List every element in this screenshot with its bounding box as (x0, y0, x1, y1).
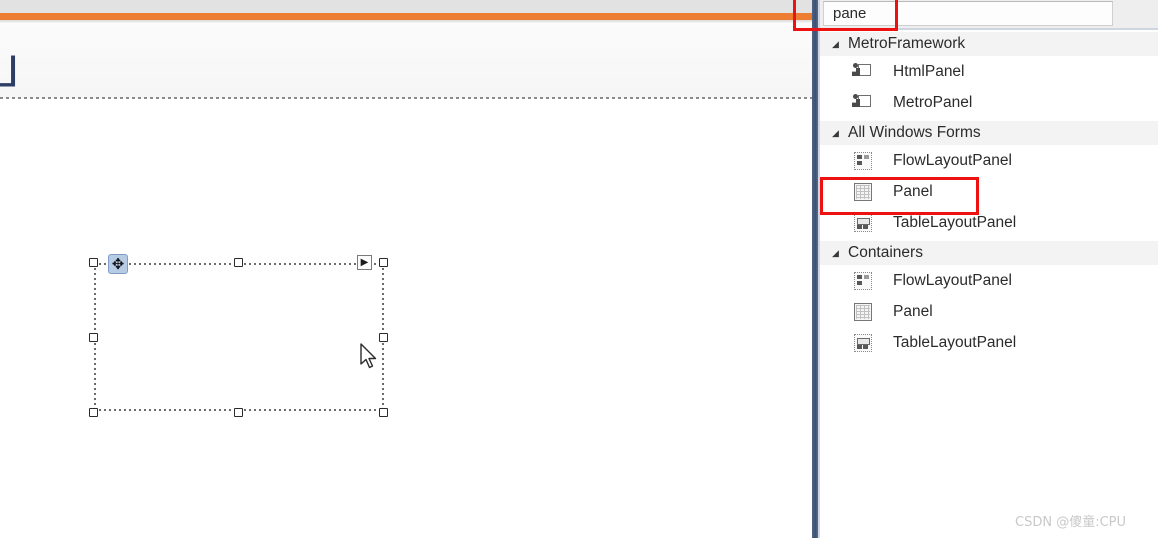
flowlayoutpanel-icon (852, 151, 874, 171)
resize-handle-ne[interactable] (379, 258, 388, 267)
toolbox-item-tablelayoutpanel[interactable]: TableLayoutPanel (820, 330, 1158, 356)
tablelayoutpanel-icon (852, 333, 874, 353)
toolbox-item-label: FlowLayoutPanel (893, 272, 1012, 289)
flowlayoutpanel-icon (852, 271, 874, 291)
smart-tag-icon[interactable]: ▶ (357, 255, 372, 270)
toolbox-item-label: HtmlPanel (893, 63, 965, 80)
tablelayoutpanel-icon (852, 213, 874, 233)
toolbox-group-label: Containers (848, 244, 923, 261)
toolbox-group-label: MetroFramework (848, 35, 966, 52)
winforms-designer-surface[interactable]: ∐ ✥ ▶ (0, 0, 812, 538)
form-corner-glyph: ∐ (0, 49, 18, 89)
toolbox-search-input[interactable] (823, 1, 1113, 26)
toolbox-group-header[interactable]: ◢ MetroFramework (820, 32, 1158, 56)
resize-handle-w[interactable] (89, 333, 98, 342)
resize-handle-nw[interactable] (89, 258, 98, 267)
watermark-text: CSDN @傻童:CPU (1015, 515, 1127, 530)
resize-handle-se[interactable] (379, 408, 388, 417)
toolbox-item-flowlayoutpanel[interactable]: FlowLayoutPanel (820, 268, 1158, 294)
panel-control-body[interactable] (94, 263, 384, 411)
component-icon (852, 62, 874, 82)
toolbox-item-label: FlowLayoutPanel (893, 152, 1012, 169)
toolbox-group-label: All Windows Forms (848, 124, 981, 141)
toolbox-item-flowlayoutpanel[interactable]: FlowLayoutPanel (820, 148, 1158, 174)
toolbox-search-row (820, 0, 1158, 29)
panel-icon (852, 182, 874, 202)
chevron-down-icon[interactable]: ◢ (832, 40, 848, 50)
chevron-down-icon[interactable]: ◢ (832, 249, 848, 259)
toolbox-item-label: MetroPanel (893, 94, 973, 111)
selected-panel-control[interactable]: ✥ ▶ (89, 254, 388, 417)
resize-handle-sw[interactable] (89, 408, 98, 417)
panel-icon (852, 302, 874, 322)
form-toolstrip-area (0, 23, 812, 98)
toolbox-item-htmlpanel[interactable]: HtmlPanel (820, 59, 1158, 85)
toolbox-panel[interactable]: ◢MetroFrameworkHtmlPanelMetroPanel◢All W… (820, 0, 1158, 538)
toolbox-group-header[interactable]: ◢ All Windows Forms (820, 121, 1158, 145)
form-dashed-boundary (0, 97, 812, 99)
orange-accent-bar (0, 13, 812, 20)
toolbox-item-label: Panel (893, 303, 933, 320)
component-icon (852, 93, 874, 113)
toolbox-item-label: TableLayoutPanel (893, 334, 1017, 351)
toolbox-item-panel[interactable]: Panel (820, 299, 1158, 325)
move-handle-icon[interactable]: ✥ (108, 254, 128, 274)
toolbox-item-metropanel[interactable]: MetroPanel (820, 90, 1158, 116)
mouse-cursor-icon (360, 343, 377, 369)
resize-handle-n[interactable] (234, 258, 243, 267)
toolbox-search-underline (820, 28, 1158, 30)
toolbox-item-label: Panel (893, 183, 933, 200)
resize-handle-s[interactable] (234, 408, 243, 417)
toolbox-group-header[interactable]: ◢ Containers (820, 241, 1158, 265)
toolbox-item-label: TableLayoutPanel (893, 214, 1017, 231)
chevron-down-icon[interactable]: ◢ (832, 129, 848, 139)
designer-top-strip (0, 0, 812, 13)
toolbox-item-panel[interactable]: Panel (820, 179, 1158, 205)
toolbox-item-tablelayoutpanel[interactable]: TableLayoutPanel (820, 210, 1158, 236)
resize-handle-e[interactable] (379, 333, 388, 342)
